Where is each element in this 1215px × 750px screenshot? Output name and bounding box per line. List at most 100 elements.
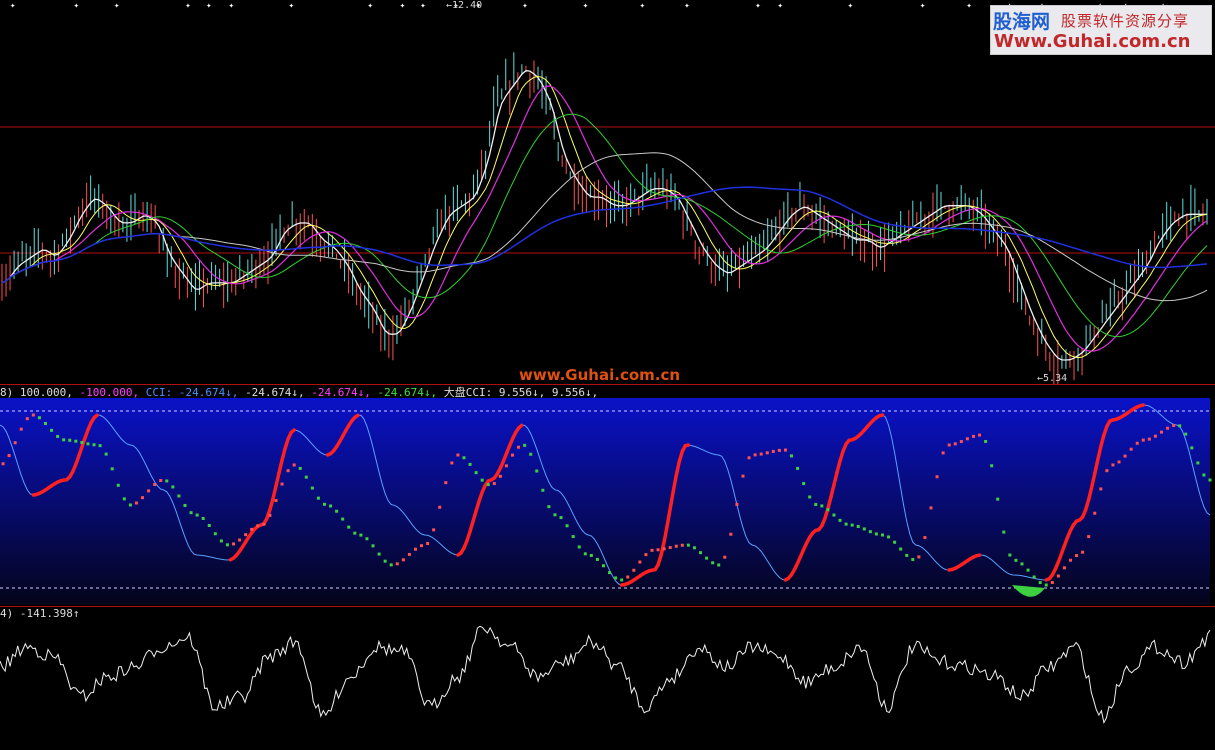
cci-dot [608,571,612,575]
cci-value-2: -24.674↓, [245,386,305,399]
cci-dot [1087,535,1091,539]
cci-dot [1105,469,1109,473]
ma-green-line [1,113,1208,338]
cci-dot [1,462,5,466]
cci-dot [850,523,854,527]
site-logo: 股海网 股票软件资源分享 Www.Guhai.com.cn [990,5,1212,55]
cci-dot [783,448,787,452]
ma-gray-line [1,152,1208,302]
top-marker: ✦ [10,1,16,11]
cci-dot [644,553,648,557]
cci-dot [899,547,903,551]
cci-dot [62,438,66,442]
cci-readout: 8) 100.000, -100.000, CCI: -24.674↓, -24… [0,386,598,399]
cci-dot [201,517,205,521]
cci-dot [741,474,745,478]
cci-dot [1056,574,1060,578]
cci-dot [601,564,605,568]
cci-dot [765,451,769,455]
cci-dot [426,542,430,546]
top-marker: ✦ [74,1,80,11]
cci-red-segment [92,413,99,420]
cci-dot [86,442,90,446]
cci-dot [802,482,806,486]
cci-dot [650,548,654,552]
cci-dot [959,440,963,444]
cci-dot [614,576,618,580]
cci-dot [723,555,727,559]
cci-dot [341,517,345,521]
cci-dot [1026,568,1030,572]
cci-dot [1020,562,1024,566]
cci-dot [880,533,884,537]
cci-dot [638,560,642,564]
cci-dot [996,497,1000,501]
cci-dot [735,502,739,506]
cci-dot [814,503,818,507]
top-marker: ✦ [777,1,783,11]
cci-dot [747,456,751,460]
cci-dot [104,452,108,456]
cci-dot [717,563,721,567]
cci-dot [456,453,460,457]
cci-dot [1044,583,1048,587]
cci-dot [468,462,472,466]
cci-dot [517,445,521,449]
cci-lower-level: -100.000, [79,386,140,399]
cci-dot [292,463,296,467]
cci-dot [1008,553,1012,557]
cci-dot [444,481,448,485]
cci-dot [565,524,569,528]
cci-dot [110,467,114,471]
cci-dot [268,513,272,517]
cci-dot [753,453,757,457]
cci-dot [1117,460,1121,464]
cci-dot [31,413,35,417]
cci-dot [1190,446,1194,450]
ma-blue-line [1,186,1208,284]
top-marker: ✦ [420,1,426,11]
cci-dot [692,546,696,550]
cci-dot [80,441,84,445]
cci-dot [1159,430,1163,434]
cci-dot [225,543,229,547]
cci-dot [13,441,17,445]
cci-pane: 8) 100.000, -100.000, CCI: -24.674↓, -24… [0,385,1215,607]
price-chart: ✦✦✦✦✦✦✦✦✦✦✦✦✦✦✦✦✦✦✦✦✦✦✦✦✦✦ [0,1,1215,385]
cci-dot [759,452,763,456]
cci-dot [790,454,794,458]
cci-dot [207,523,211,527]
top-marker: ✦ [640,1,646,11]
cci-dot [1062,566,1066,570]
cci-dot [238,538,242,542]
cci-dot [523,443,527,447]
oscillator-line [0,625,1211,725]
cci-dot [280,482,284,486]
top-marker: ✦ [114,1,120,11]
cci-dot [462,456,466,460]
cci-dot [535,469,539,473]
watermark-url: www.Guhai.com.cn [519,366,681,384]
cci-dot [729,532,733,536]
cci-dot [353,531,357,535]
dapan-cci-value-2: 9.556↓, [551,386,599,399]
cci-dot [177,494,181,498]
top-marker: ✦ [966,1,972,11]
cci-dot [407,552,411,556]
cci-dot [971,434,975,438]
cci-dot [941,451,945,455]
cci-dot [808,495,812,499]
cci-dot [862,527,866,531]
cci-dot [420,544,424,548]
cci-dot [1038,581,1042,585]
cci-dot [1050,580,1054,584]
cci-dot [589,553,593,557]
top-marker: ✦ [206,1,212,11]
ma-white-line [1,70,1207,361]
cci-dot [68,438,72,442]
cci-dot [147,489,151,493]
cci-dot [219,539,223,543]
cci-dot [1093,511,1097,515]
osc-readout-prefix: 4) [0,607,14,620]
cci-dot [1141,438,1145,442]
